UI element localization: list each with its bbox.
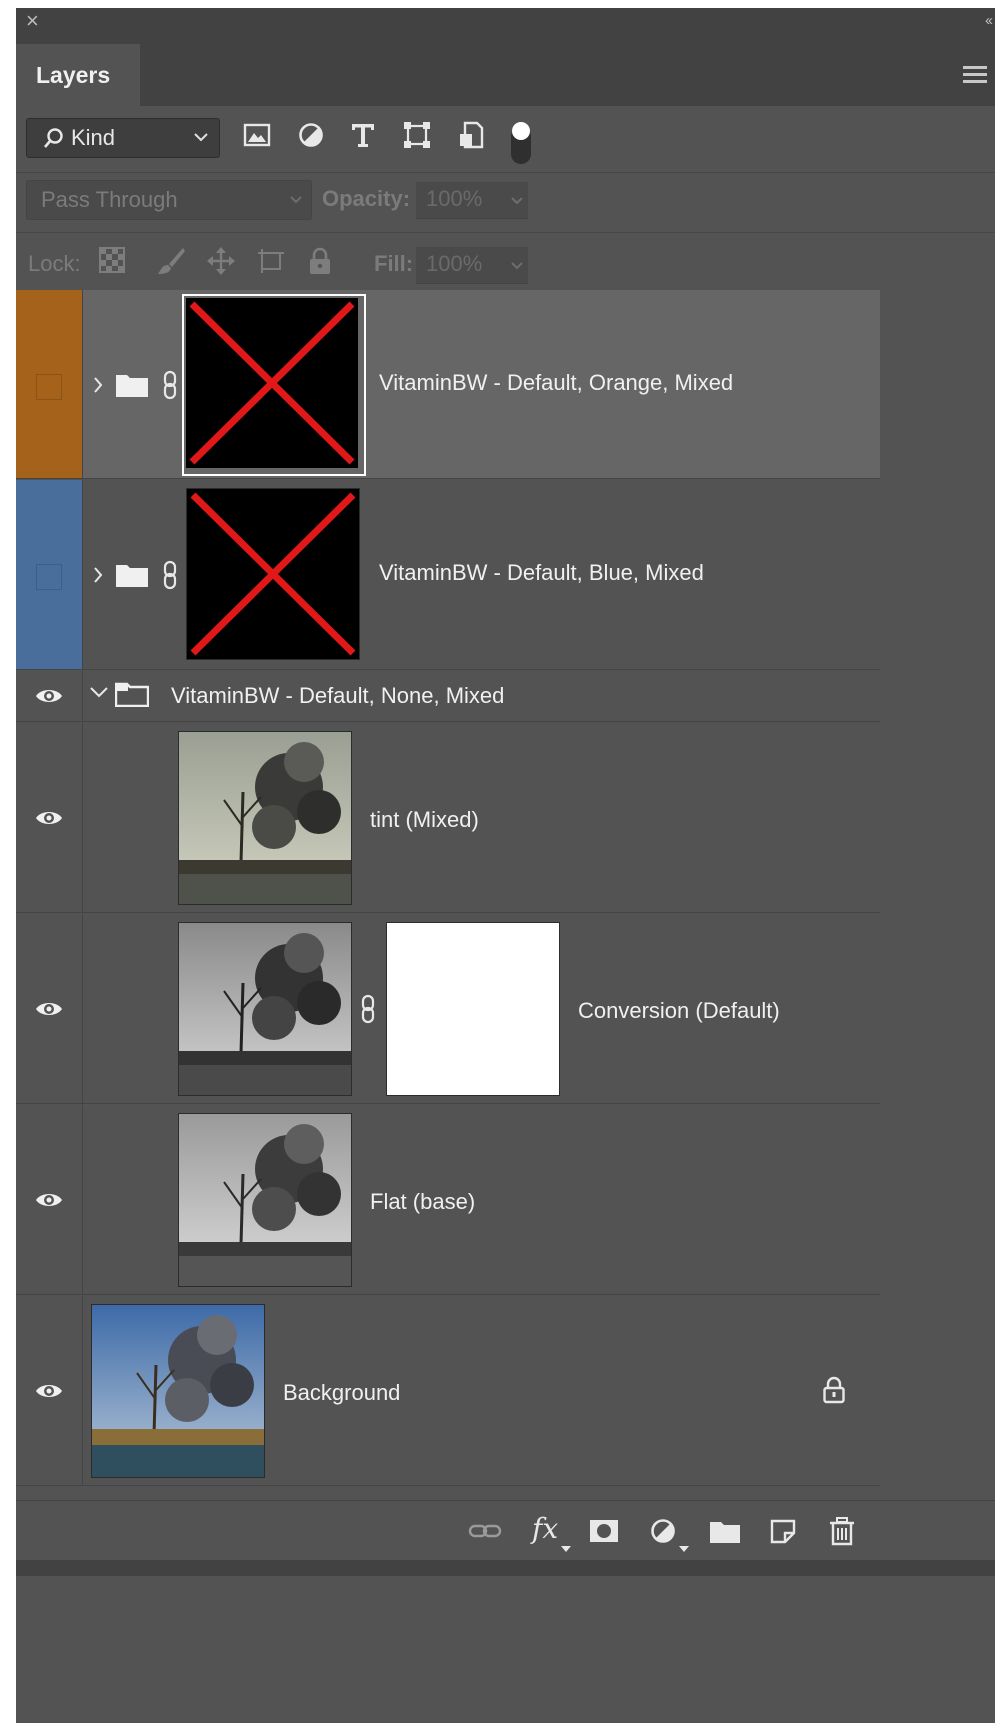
opacity-value: 100% [426, 186, 483, 211]
fill-value: 100% [426, 251, 483, 276]
image-filter-icon[interactable] [242, 120, 272, 150]
eye-icon[interactable] [34, 1190, 64, 1210]
filter-row: Kind [16, 106, 995, 173]
eye-icon[interactable] [34, 999, 64, 1019]
blend-mode-value: Pass Through [41, 187, 178, 212]
lock-image-pixels-icon[interactable] [156, 246, 186, 276]
layer-name[interactable]: tint (Mixed) [370, 807, 479, 833]
fill-label: Fill: [374, 251, 414, 276]
opacity-label: Opacity: [322, 186, 411, 211]
fx-dropdown-indicator [561, 1546, 571, 1552]
kind-filter-select[interactable]: Kind [26, 118, 220, 158]
layer-name[interactable]: Conversion (Default) [578, 998, 780, 1024]
lock-position-icon[interactable] [206, 246, 236, 276]
chevron-down-icon [511, 197, 523, 205]
layer-name[interactable]: Background [283, 1380, 400, 1406]
layer-thumbnail[interactable] [91, 1304, 265, 1478]
new-layer-icon[interactable] [768, 1516, 798, 1546]
chevron-down-icon [290, 196, 302, 204]
layer-row-background[interactable]: Background [16, 1296, 880, 1486]
visibility-cell [16, 1296, 83, 1485]
chevron-right-icon[interactable] [92, 564, 104, 586]
layer-mask-thumbnail[interactable] [386, 922, 560, 1096]
layer-name[interactable]: Flat (base) [370, 1189, 475, 1215]
panel-menu-icon[interactable] [963, 66, 987, 87]
lock-icon [823, 1376, 845, 1404]
type-filter-icon[interactable] [348, 120, 378, 150]
link-icon[interactable] [161, 560, 179, 590]
panel-resize-strip[interactable] [16, 1560, 995, 1576]
blend-row: Pass Through Opacity: 100% [16, 172, 995, 233]
add-mask-icon[interactable] [588, 1516, 620, 1546]
opacity-field[interactable]: 100% [416, 182, 528, 219]
link-layers-icon[interactable] [468, 1516, 502, 1546]
visibility-cell [16, 914, 83, 1103]
adjustment-filter-icon[interactable] [296, 120, 326, 150]
layers-panel: × ‹‹ Layers Kind Pass Through Opacity: 1… [16, 8, 995, 1723]
layer-name[interactable]: VitaminBW - Default, None, Mixed [171, 683, 504, 709]
chevron-down-icon[interactable] [88, 685, 110, 699]
folder-open-icon [115, 682, 149, 707]
eye-icon[interactable] [34, 686, 64, 706]
layer-color-tag-orange [16, 290, 83, 478]
panel-tab-bar: Layers [16, 34, 995, 106]
layer-row-group-orange[interactable]: VitaminBW - Default, Orange, Mixed [16, 290, 880, 479]
layer-name[interactable]: VitaminBW - Default, Blue, Mixed [379, 560, 704, 586]
layer-row-conversion[interactable]: Conversion (Default) [16, 914, 880, 1104]
chevron-right-icon[interactable] [92, 374, 104, 396]
search-icon [44, 128, 63, 148]
shape-filter-icon[interactable] [402, 120, 432, 150]
fx-icon[interactable]: fx [532, 1512, 558, 1545]
fill-field[interactable]: 100% [416, 247, 528, 284]
folder-icon [116, 375, 148, 397]
visibility-toggle-hidden[interactable] [36, 564, 62, 590]
layer-row-group-blue[interactable]: VitaminBW - Default, Blue, Mixed [16, 480, 880, 670]
folder-icon [116, 565, 148, 587]
new-adjustment-icon[interactable] [648, 1516, 678, 1546]
visibility-toggle-hidden[interactable] [36, 374, 62, 400]
layer-name[interactable]: VitaminBW - Default, Orange, Mixed [379, 370, 733, 396]
chevron-down-icon [194, 133, 208, 142]
kind-label: Kind [71, 125, 116, 150]
lock-artboard-icon[interactable] [256, 246, 286, 276]
delete-layer-icon[interactable] [828, 1516, 856, 1546]
close-icon[interactable]: × [26, 10, 39, 32]
scroll-gutter [882, 290, 995, 1480]
link-icon[interactable] [359, 994, 377, 1024]
layer-row-flat[interactable]: Flat (base) [16, 1105, 880, 1295]
visibility-cell [16, 1105, 83, 1294]
panel-title-bar: × ‹‹ [16, 8, 995, 34]
layer-row-group-none[interactable]: VitaminBW - Default, None, Mixed [16, 671, 880, 722]
layer-thumbnail[interactable] [178, 922, 352, 1096]
eye-icon[interactable] [34, 1381, 64, 1401]
visibility-cell [16, 723, 83, 912]
new-group-icon[interactable] [708, 1516, 742, 1546]
chevron-down-icon [511, 262, 523, 270]
layer-color-tag-blue [16, 480, 83, 669]
layer-thumbnail[interactable] [178, 1113, 352, 1287]
lock-label: Lock: [28, 251, 81, 276]
blend-mode-select[interactable]: Pass Through [26, 180, 312, 220]
link-icon[interactable] [161, 370, 179, 400]
eye-icon[interactable] [34, 808, 64, 828]
missing-thumbnail-icon[interactable] [186, 488, 360, 660]
collapse-panel-icon[interactable]: ‹‹ [985, 12, 993, 29]
lock-transparent-pixels-icon[interactable] [98, 246, 126, 274]
adjustment-dropdown-indicator [679, 1546, 689, 1552]
layer-row-tint[interactable]: tint (Mixed) [16, 723, 880, 913]
filter-toggle[interactable] [511, 122, 531, 164]
lock-all-icon[interactable] [306, 246, 334, 276]
missing-thumbnail-icon[interactable] [186, 298, 358, 468]
tab-layers[interactable]: Layers [16, 44, 140, 106]
smart-object-filter-icon[interactable] [456, 120, 486, 150]
layer-thumbnail[interactable] [178, 731, 352, 905]
visibility-cell [16, 671, 83, 721]
